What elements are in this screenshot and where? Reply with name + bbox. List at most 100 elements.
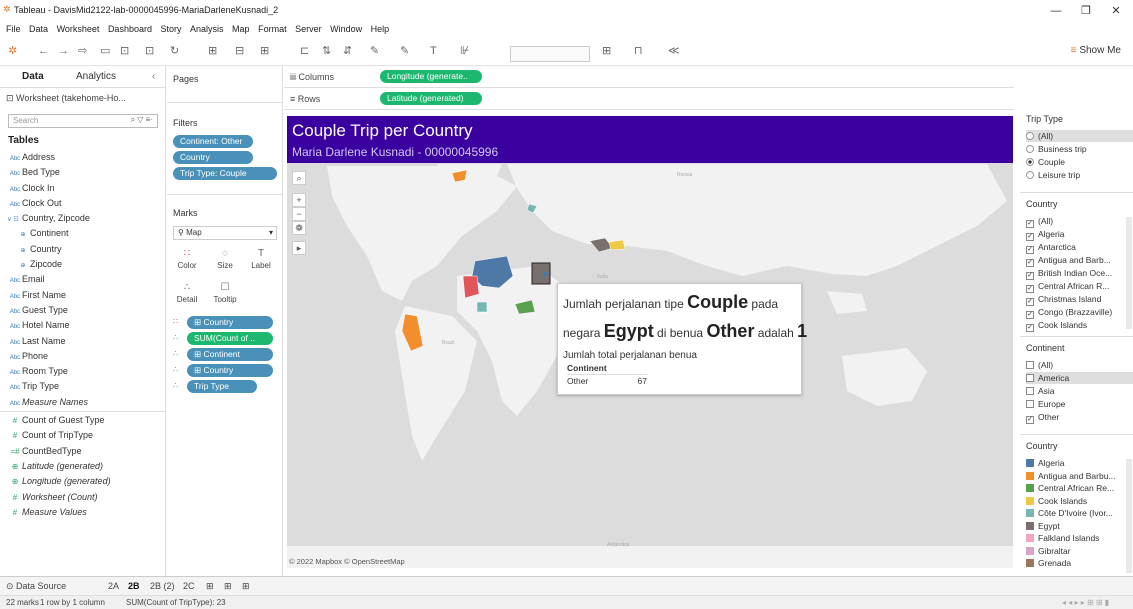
field-item[interactable]: Abc Room Type: [0, 364, 166, 379]
tab-navigation-icons[interactable]: ◂ ◂ ▸ ▸ ⊞ ⊞ ▮: [1062, 596, 1109, 609]
sort-desc-icon[interactable]: ⇵: [343, 45, 352, 58]
refresh-icon[interactable]: ↻: [170, 45, 179, 58]
field-item[interactable]: Abc Bed Type: [0, 165, 166, 180]
country-filter-option[interactable]: ✓ Cook Islands: [1026, 319, 1087, 332]
filter-pill-country[interactable]: Country: [173, 151, 253, 164]
map-toolbar-expand-icon[interactable]: ▸: [292, 241, 306, 255]
sheet-tab-2b-2[interactable]: 2B (2): [150, 581, 175, 591]
show-labels-icon[interactable]: ⊞: [602, 45, 611, 58]
reset-map-icon[interactable]: ❁: [292, 221, 306, 235]
show-marks-icon[interactable]: ⊞: [260, 45, 269, 58]
menu-story[interactable]: Story: [160, 22, 181, 37]
sheet-tab-2c[interactable]: 2C: [183, 581, 195, 591]
menu-dashboard[interactable]: Dashboard: [108, 22, 152, 37]
country-filter-option[interactable]: ✓ Algeria: [1026, 228, 1064, 241]
color-button[interactable]: ∷ Color: [171, 246, 203, 276]
zoom-in-icon[interactable]: +: [292, 193, 306, 207]
new-story-tab-icon[interactable]: ⊞: [242, 581, 250, 592]
menu-file[interactable]: File: [6, 22, 21, 37]
field-item[interactable]: Abc Trip Type: [0, 379, 166, 394]
menu-data[interactable]: Data: [29, 22, 48, 37]
legend-item[interactable]: Egypt: [1026, 520, 1060, 532]
legend-scrollbar[interactable]: [1126, 459, 1132, 573]
field-item[interactable]: Abc Address: [0, 150, 166, 165]
field-item[interactable]: Abc First Name: [0, 288, 166, 303]
text-icon[interactable]: T: [430, 45, 437, 58]
country-filter-option[interactable]: ✓ Antarctica: [1026, 241, 1076, 254]
trip-type-option[interactable]: (All): [1026, 130, 1133, 142]
country-filter-option[interactable]: ✓ British Indian Oce...: [1026, 267, 1112, 280]
menu-help[interactable]: Help: [371, 22, 390, 37]
continent-filter-option[interactable]: America: [1026, 372, 1133, 384]
map-search-icon[interactable]: ⌕: [292, 171, 306, 185]
legend-item[interactable]: Antigua and Barbu...: [1026, 470, 1116, 482]
map-view[interactable]: Russia India Brazil Antarctica Couple Tr…: [287, 116, 1013, 568]
field-item[interactable]: Abc Guest Type: [0, 303, 166, 318]
tooltip-button[interactable]: ☐ Tooltip: [209, 280, 241, 310]
close-button[interactable]: ✕: [1102, 3, 1130, 19]
fit-dropdown[interactable]: [510, 46, 590, 62]
field-item[interactable]: ⊕ Latitude (generated): [0, 459, 166, 474]
country-filter-option[interactable]: ✓ Christmas Island: [1026, 293, 1101, 306]
mark-type-dropdown[interactable]: ⚲ Map ▾: [173, 226, 277, 240]
field-item[interactable]: ⊕ Country: [0, 242, 166, 257]
mark-pill[interactable]: Trip Type: [187, 380, 257, 393]
mark-pill[interactable]: ⊞ Continent: [187, 348, 273, 361]
clear-filter-icon[interactable]: ⊮: [460, 45, 470, 58]
data-source-tab[interactable]: ⊙ Data Source: [6, 581, 66, 592]
datasource-item[interactable]: ⊡ Worksheet (takehome-Ho...: [6, 93, 126, 104]
field-item[interactable]: # Worksheet (Count): [0, 490, 166, 505]
share-icon[interactable]: ≪: [668, 45, 680, 58]
columns-pill[interactable]: Longitude (generate..: [380, 70, 482, 83]
search-icon[interactable]: ⌕ ▽ ≡·: [131, 115, 153, 125]
field-item[interactable]: Abc Hotel Name: [0, 318, 166, 333]
continent-filter-option[interactable]: (All): [1026, 359, 1053, 371]
undo-icon[interactable]: ←: [38, 45, 49, 58]
country-mark-central-asia-2[interactable]: [608, 239, 626, 251]
replay-icon[interactable]: ⇨: [78, 45, 87, 58]
field-item[interactable]: ⊕ Zipcode: [0, 257, 166, 272]
trip-type-option[interactable]: Couple: [1026, 156, 1065, 168]
field-item[interactable]: ⊕ Continent: [0, 226, 166, 241]
sort-asc-icon[interactable]: ⇅: [322, 45, 331, 58]
filter-pill-continent[interactable]: Continent: Other: [173, 135, 253, 148]
menu-analysis[interactable]: Analysis: [190, 22, 224, 37]
highlight-icon[interactable]: ✎: [370, 45, 379, 58]
detail-button[interactable]: ∴ Detail: [171, 280, 203, 310]
legend-item[interactable]: Falkland Islands: [1026, 532, 1099, 544]
mark-pill[interactable]: SUM(Count of ..: [187, 332, 273, 345]
field-item[interactable]: ∨ ☷ Country, Zipcode: [0, 211, 166, 226]
swap-icon[interactable]: ⊞: [208, 45, 217, 58]
group-icon[interactable]: ⊏: [300, 45, 309, 58]
minimize-button[interactable]: —: [1042, 3, 1070, 19]
tab-analytics[interactable]: Analytics: [76, 71, 116, 82]
mark-pill[interactable]: ⊞ Country: [187, 316, 273, 329]
trip-type-option[interactable]: Business trip: [1026, 143, 1087, 155]
field-item[interactable]: Abc Last Name: [0, 334, 166, 349]
continent-filter-option[interactable]: ✓ Other: [1026, 411, 1059, 424]
menu-worksheet[interactable]: Worksheet: [57, 22, 100, 37]
label-button[interactable]: T Label: [245, 246, 277, 276]
legend-item[interactable]: Algeria: [1026, 457, 1064, 469]
annotate-icon[interactable]: ✎: [400, 45, 409, 58]
country-mark-mauritania[interactable]: [462, 275, 480, 299]
menu-window[interactable]: Window: [330, 22, 362, 37]
continent-filter-option[interactable]: Europe: [1026, 398, 1065, 410]
save-icon[interactable]: ▭: [100, 45, 110, 58]
field-item[interactable]: ⊕ Longitude (generated): [0, 474, 166, 489]
zoom-out-icon[interactable]: −: [292, 207, 306, 221]
mark-pill[interactable]: ⊞ Country: [187, 364, 273, 377]
presentation-icon[interactable]: ⊓: [634, 45, 643, 58]
field-item[interactable]: # Count of TripType: [0, 428, 166, 443]
field-item[interactable]: Abc Measure Names: [0, 395, 166, 410]
show-me-button[interactable]: ≡ Show Me: [1070, 45, 1121, 56]
tableau-home-icon[interactable]: ✲: [8, 45, 17, 58]
redo-icon[interactable]: →: [58, 45, 69, 58]
legend-item[interactable]: Gibraltar: [1026, 545, 1071, 557]
menu-format[interactable]: Format: [258, 22, 287, 37]
menu-server[interactable]: Server: [295, 22, 322, 37]
country-filter-scrollbar[interactable]: [1126, 217, 1132, 329]
country-mark-cote-divoire[interactable]: [476, 301, 488, 313]
new-dashboard-tab-icon[interactable]: ⊞: [224, 581, 232, 592]
country-filter-option[interactable]: ✓ Congo (Brazzaville): [1026, 306, 1112, 319]
